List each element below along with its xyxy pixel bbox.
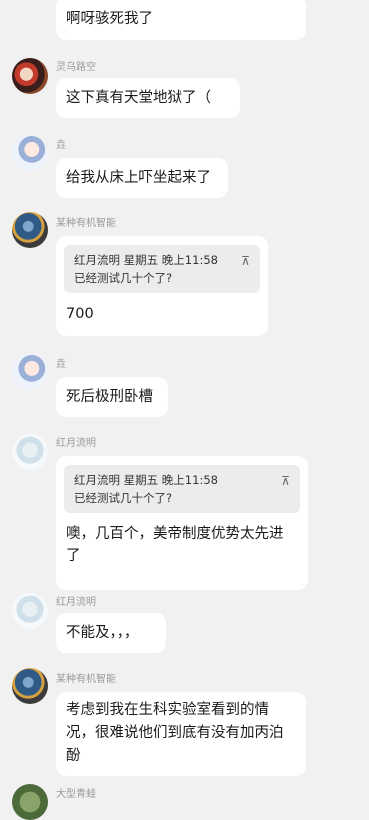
white-hair-avatar[interactable] [12,593,48,629]
quote-header: 红月流明 星期五 晚上11:58 [74,473,218,487]
up-arrow-icon[interactable]: ⊼ [281,472,290,490]
message-bubble[interactable]: 红月流明 星期五 晚上11:58 已经测试几十个了? ⊼ 700 [56,236,268,336]
message-text-line: 考虑到我在生科实验室看到的情 [66,702,269,718]
sender-name: 红月流明 [56,438,96,449]
message-text: 700 [66,306,94,322]
quote-text: 已经测试几十个了? [74,271,173,285]
message-text-line: 噢，几百个，美帝制度优势太先进 [66,526,284,542]
anime-girl-avatar[interactable] [12,135,48,171]
quote-text: 已经测试几十个了? [74,491,173,505]
sender-name: 红月流明 [56,597,96,608]
message-bubble[interactable]: 不能及，，， [56,613,166,653]
message-bubble[interactable]: 死后极刑卧槽 [56,377,168,417]
message-bubble[interactable]: 考虑到我在生科实验室看到的情 况，很难说他们到底有没有加丙泊 酚 [56,692,306,776]
white-hair-avatar[interactable] [12,434,48,470]
message-text-line: 况，很难说他们到底有没有加丙泊 [66,725,284,741]
sender-name: 某种有机智能 [56,674,116,685]
up-arrow-icon[interactable]: ⊼ [241,252,250,270]
message-text: 给我从床上吓坐起来了 [66,170,211,186]
message-text: 死后极刑卧槽 [66,389,153,405]
message-text-line: 酚 [66,748,81,764]
message-bubble[interactable]: 啊呀骇死我了 [56,0,306,40]
fire-haired-avatar[interactable] [12,58,48,94]
frog-avatar[interactable] [12,784,48,820]
message-text: 啊呀骇死我了 [66,11,153,27]
sender-name: 垚 [56,140,66,151]
message-bubble[interactable]: 红月流明 星期五 晚上11:58 已经测试几十个了? ⊼ 噢，几百个，美帝制度优… [56,456,308,590]
sender-name: 灵乌路空 [56,62,96,73]
message-text: 这下真有天堂地狱了（ [66,90,211,106]
message-text-line: 了 [66,548,81,564]
quote-header: 红月流明 星期五 晚上11:58 [74,253,218,267]
globe-avatar[interactable] [12,668,48,704]
quoted-message[interactable]: 红月流明 星期五 晚上11:58 已经测试几十个了? ⊼ [64,465,300,513]
sender-name: 某种有机智能 [56,218,116,229]
globe-avatar[interactable] [12,212,48,248]
message-bubble[interactable]: 给我从床上吓坐起来了 [56,158,228,198]
message-bubble[interactable]: 这下真有天堂地狱了（ [56,78,240,118]
sender-name: 大型青蛙 [56,789,96,800]
message-text: 不能及，，， [66,625,139,641]
quoted-message[interactable]: 红月流明 星期五 晚上11:58 已经测试几十个了? ⊼ [64,245,260,293]
sender-name: 垚 [56,359,66,370]
anime-girl-avatar[interactable] [12,354,48,390]
